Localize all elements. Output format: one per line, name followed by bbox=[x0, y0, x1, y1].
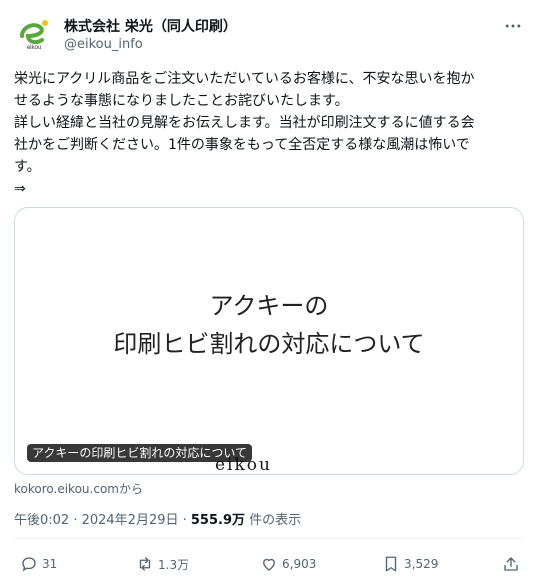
like-icon bbox=[263, 558, 275, 571]
reply-count: 31 bbox=[42, 557, 58, 571]
tweet-line: 社かをご判断ください。1件の事象をもって全否定する様な風潮は怖いで bbox=[14, 137, 470, 153]
account-handle[interactable]: @eikou_info bbox=[64, 37, 143, 52]
link-card[interactable]: アクキーの 印刷ヒビ割れの対応について eikou アクキーの印刷ヒビ割れの対応… bbox=[14, 207, 524, 475]
tweet-line: す。 bbox=[14, 159, 41, 175]
tweet-meta: 午後0:02 · 2024年2月29日 · 555.9万 件の表示 bbox=[14, 509, 301, 528]
tweet-text: 栄光にアクリル商品をご注文いただいているお客様に、不安な思いを抱か せるような事… bbox=[14, 68, 524, 200]
reply-icon bbox=[22, 557, 36, 572]
views-label: 件の表示 bbox=[245, 513, 302, 528]
tweet-line: ⇒ bbox=[14, 181, 26, 197]
card-title-line-2: 印刷ヒビ割れの対応について bbox=[113, 330, 425, 358]
card-title-line-1: アクキーの bbox=[209, 292, 329, 320]
like-count: 6,903 bbox=[282, 557, 317, 571]
share-icon bbox=[504, 557, 518, 571]
share-button[interactable] bbox=[502, 553, 524, 575]
svg-text:eikou: eikou bbox=[27, 45, 41, 51]
bookmark-icon bbox=[385, 556, 397, 572]
avatar[interactable]: eikou bbox=[14, 14, 54, 54]
tweet-header: eikou 株式会社 栄光（同人印刷） @eikou_info bbox=[14, 12, 523, 56]
tweet-line: 詳しい経緯と当社の見解をお伝えします。当社が印刷注文するに値する会 bbox=[14, 115, 475, 131]
retweet-button[interactable]: 1.3万 bbox=[136, 553, 189, 575]
bookmark-count: 3,529 bbox=[404, 557, 439, 571]
card-image-title: アクキーの 印刷ヒビ割れの対応について bbox=[15, 288, 523, 364]
account-name[interactable]: 株式会社 栄光（同人印刷） bbox=[64, 16, 237, 36]
tweet-line: 栄光にアクリル商品をご注文いただいているお客様に、不安な思いを抱か bbox=[14, 71, 475, 87]
card-overlay-label: アクキーの印刷ヒビ割れの対応について bbox=[27, 444, 253, 462]
more-icon[interactable] bbox=[503, 16, 523, 36]
like-button[interactable]: 6,903 bbox=[260, 553, 316, 575]
action-bar: 31 1.3万 6,903 3,529 bbox=[14, 553, 523, 575]
eikou-logo-icon: eikou bbox=[15, 15, 53, 53]
reply-button[interactable]: 31 bbox=[20, 553, 57, 575]
timestamp[interactable]: 午後0:02 · 2024年2月29日 · bbox=[14, 513, 191, 528]
tweet-line: せるような事態になりましたことお詫びいたします。 bbox=[14, 93, 349, 109]
card-source-link[interactable]: kokoro.eikou.comから bbox=[14, 480, 143, 497]
bookmark-button[interactable]: 3,529 bbox=[382, 553, 438, 575]
divider bbox=[14, 538, 523, 539]
views-count: 555.9万 bbox=[190, 513, 246, 528]
retweet-count: 1.3万 bbox=[158, 557, 190, 572]
retweet-icon bbox=[139, 557, 151, 571]
